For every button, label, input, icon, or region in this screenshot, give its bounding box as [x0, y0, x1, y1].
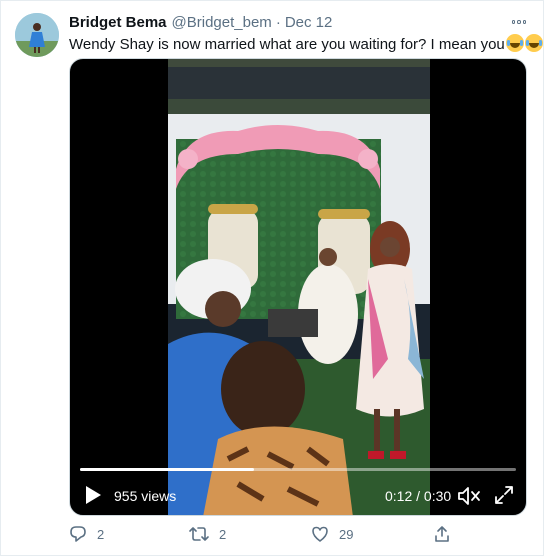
share-icon: [433, 525, 451, 543]
video-progress-fill: [80, 468, 255, 471]
reply-bubble-icon: [69, 525, 87, 543]
tweet-date[interactable]: Dec 12: [285, 14, 333, 31]
share-button[interactable]: [433, 523, 451, 545]
video-player[interactable]: 955 views 0:12 / 0:30: [69, 58, 527, 516]
tweet-text: Wendy Shay is now married what are you w…: [69, 34, 544, 55]
avatar[interactable]: [15, 13, 59, 57]
play-icon[interactable]: [84, 485, 102, 505]
separator-dot: ·: [275, 14, 281, 31]
display-name[interactable]: Bridget Bema: [69, 14, 167, 31]
video-elapsed: 0:12: [385, 488, 413, 504]
more-dots-icon[interactable]: [509, 14, 529, 30]
video-controls: 955 views 0:12 / 0:30: [70, 479, 526, 511]
tweet-body: Wendy Shay is now married what are you w…: [69, 36, 505, 53]
video-time: 0:12 / 0:30: [385, 488, 451, 504]
tears-of-joy-emoji-icon: [524, 34, 543, 52]
reply-button[interactable]: 2: [69, 523, 104, 545]
fullscreen-icon[interactable]: [494, 485, 514, 505]
tweet-actions: 2 2 29: [69, 523, 509, 545]
retweet-icon: [189, 525, 209, 543]
tears-of-joy-emoji-icon: [505, 34, 524, 52]
like-button[interactable]: 29: [311, 523, 353, 545]
retweet-button[interactable]: 2: [189, 523, 226, 545]
video-frame[interactable]: [168, 59, 430, 515]
video-duration: 0:30: [423, 488, 452, 504]
video-progress-bar[interactable]: [80, 468, 516, 471]
user-handle[interactable]: @Bridget_bem: [172, 14, 272, 31]
video-time-separator: /: [412, 488, 424, 504]
retweet-count: 2: [219, 526, 227, 542]
heart-icon: [311, 525, 329, 543]
speaker-muted-icon[interactable]: [457, 486, 481, 506]
reply-count: 2: [97, 526, 105, 542]
tweet-header: Bridget Bema @Bridget_bem · Dec 12: [69, 14, 332, 34]
view-count: 955 views: [114, 488, 177, 504]
like-count: 29: [339, 526, 354, 542]
tweet-card[interactable]: Bridget Bema @Bridget_bem · Dec 12 Wendy…: [0, 0, 544, 556]
